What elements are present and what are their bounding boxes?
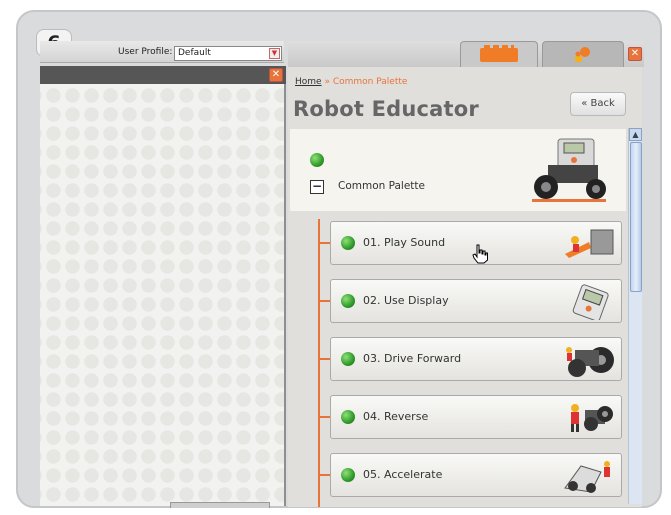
lesson-item[interactable]: 03. Drive Forward [330, 337, 622, 381]
help-figure-icon [575, 47, 590, 62]
scroll-up-icon[interactable]: ▲ [629, 128, 642, 141]
tree-connector [318, 300, 330, 302]
drive-forward-icon [566, 347, 614, 377]
lesson-label: 01. Play Sound [363, 236, 446, 249]
profile-label: User Profile: [118, 47, 173, 57]
status-dot-icon [341, 352, 355, 366]
display-brick-icon [572, 284, 609, 320]
tree-connector [318, 358, 330, 360]
lesson-label: 04. Reverse [363, 410, 429, 423]
status-dot-icon [341, 294, 355, 308]
tree-connector [318, 219, 320, 507]
lesson-label: 05. Accelerate [363, 468, 443, 481]
accelerate-robot-icon [564, 461, 610, 493]
tree-connector [318, 416, 330, 418]
hand-cursor-icon [472, 244, 488, 264]
scrollbar[interactable]: ▲ [628, 128, 642, 504]
breadcrumb: Home » Common Palette [295, 77, 407, 87]
lesson-label: 03. Drive Forward [363, 352, 462, 365]
status-dot-icon [310, 153, 324, 167]
tab-robot-educator[interactable] [460, 41, 538, 67]
tree-connector [318, 474, 330, 476]
robot-educator-panel: Home » Common Palette Robot Educator « B… [288, 67, 642, 507]
status-dot-icon [341, 410, 355, 424]
status-dot-icon [341, 468, 355, 482]
program-canvas[interactable] [40, 84, 286, 506]
work-area-header [40, 66, 286, 84]
category-label: Common Palette [338, 180, 425, 192]
status-dot-icon [341, 236, 355, 250]
profile-value: Default [178, 48, 211, 58]
lesson-item[interactable]: 05. Accelerate [330, 453, 622, 497]
sound-robot-icon [565, 229, 614, 258]
profile-select[interactable]: Default ▼ [174, 46, 282, 61]
chevron-down-icon[interactable]: ▼ [269, 48, 280, 59]
robot-vehicle-icon [532, 138, 606, 202]
back-button[interactable]: « Back [570, 92, 626, 116]
lesson-label: 02. Use Display [363, 294, 449, 307]
category-header: − Common Palette [290, 129, 626, 211]
breadcrumb-home-link[interactable]: Home [295, 77, 322, 87]
collapse-icon[interactable]: − [310, 180, 324, 194]
close-icon[interactable]: ✕ [628, 47, 642, 61]
page-title: Robot Educator [293, 97, 479, 121]
lesson-item[interactable]: 04. Reverse [330, 395, 622, 439]
canvas-bottom-tab[interactable] [170, 502, 270, 508]
reverse-robot-icon [571, 404, 613, 432]
lego-brick-icon [480, 45, 518, 62]
breadcrumb-separator: » [324, 77, 330, 87]
tree-connector [318, 242, 330, 244]
lesson-item[interactable]: 02. Use Display [330, 279, 622, 323]
close-icon[interactable]: ✕ [269, 68, 283, 82]
breadcrumb-current: Common Palette [332, 77, 408, 87]
tab-help[interactable] [542, 41, 624, 67]
scroll-thumb[interactable] [630, 142, 642, 292]
